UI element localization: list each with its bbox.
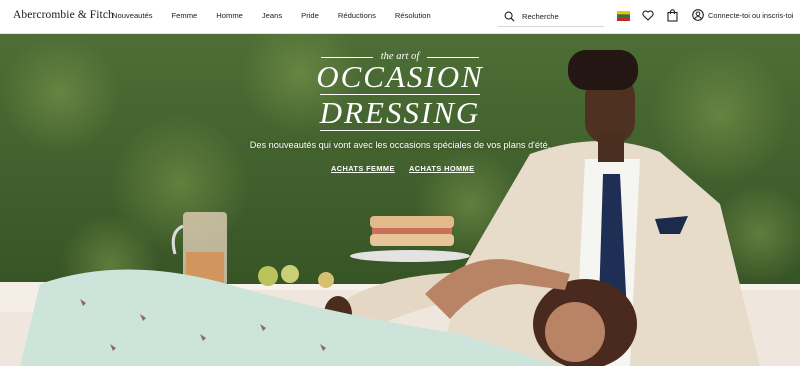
nav-item-pride[interactable]: Pride [301,11,319,20]
flag-icon[interactable] [617,11,630,21]
signin-link[interactable]: Connecte-toi ou inscris-toi [708,11,793,20]
search-bar[interactable] [498,6,604,27]
hero-title-line1: OCCASION [316,59,484,94]
user-icon[interactable] [692,9,704,21]
nav-item-resolution[interactable]: Résolution [395,11,431,20]
nav-item-homme[interactable]: Homme [216,11,243,20]
nav-item-nouveautes[interactable]: Nouveautés [112,11,153,20]
hero-tagline: Des nouveautés qui vont avec les occasio… [249,140,551,150]
hero-banner[interactable]: the art of OCCASION DRESSING Des nouveau… [0,34,800,366]
shop-men-link[interactable]: ACHATS HOMME [409,164,474,173]
heart-icon[interactable] [642,10,654,21]
divider [321,57,373,58]
divider [320,130,480,131]
shop-women-link[interactable]: ACHATS FEMME [331,164,395,173]
nav-item-reductions[interactable]: Réductions [338,11,376,20]
site-header: Abercrombie & Fitch Nouveautés Femme Hom… [0,0,800,34]
divider [427,57,479,58]
search-input[interactable] [522,11,602,21]
bag-icon[interactable] [667,9,678,22]
hero-title-line2: DRESSING [319,95,481,130]
main-nav: Nouveautés Femme Homme Jeans Pride Réduc… [112,11,431,20]
nav-item-femme[interactable]: Femme [172,11,198,20]
brand-logo[interactable]: Abercrombie & Fitch [13,9,114,21]
search-icon[interactable] [504,11,515,22]
nav-item-jeans[interactable]: Jeans [262,11,282,20]
